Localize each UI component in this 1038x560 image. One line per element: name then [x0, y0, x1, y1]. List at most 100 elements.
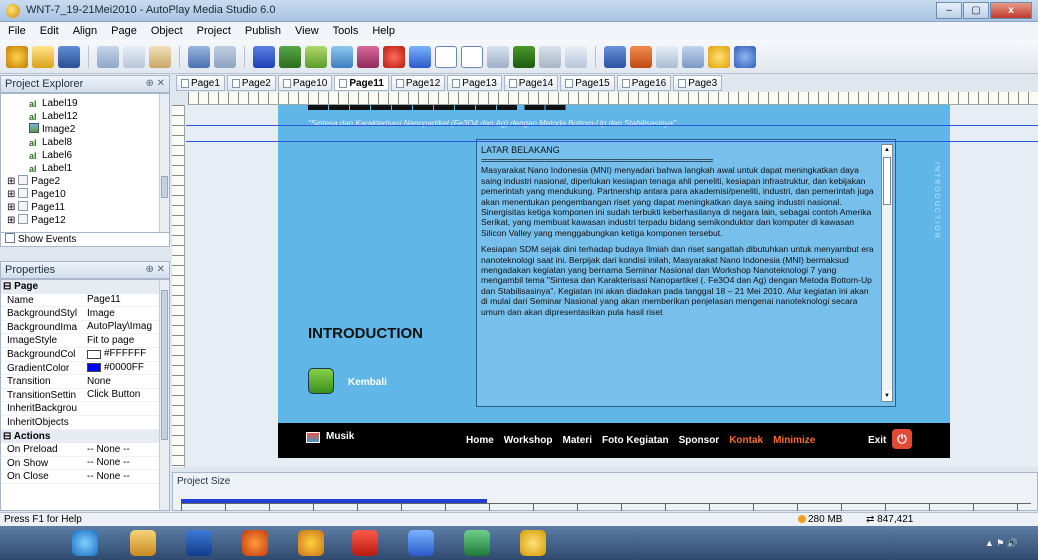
page-subtitle[interactable]: "Sintesa dan Karakterisasi Nanopartikel … [308, 119, 676, 128]
prop-row[interactable]: ImageStyle Fit to page [1, 334, 169, 348]
prop-row[interactable]: Name Page11 [1, 294, 169, 308]
musik-button[interactable]: Musik [326, 431, 354, 442]
menu-view[interactable]: View [295, 25, 319, 37]
undo-icon[interactable] [188, 45, 210, 68]
word-taskbar-icon[interactable] [408, 530, 434, 556]
tree-item-image2[interactable]: Image2 [1, 123, 169, 136]
vertical-ruler[interactable] [172, 105, 185, 467]
props-group-page[interactable]: ⊟ Page [1, 280, 169, 294]
button-object-icon[interactable] [253, 45, 275, 68]
menu-publish[interactable]: Publish [245, 25, 281, 37]
tab-page12[interactable]: Page12 [390, 75, 446, 91]
tab-page15[interactable]: Page15 [560, 75, 615, 91]
minimize-button[interactable]: – [936, 2, 962, 19]
image-object-icon[interactable] [331, 45, 353, 68]
menu-page[interactable]: Page [111, 25, 137, 37]
tree-item-label6[interactable]: al Label6 [1, 149, 169, 162]
preview-icon[interactable] [604, 45, 626, 68]
menu-object[interactable]: Object [151, 25, 183, 37]
web-object-icon[interactable] [409, 45, 431, 68]
prop-row[interactable]: On Preload -- None -- [1, 443, 169, 457]
ie-taskbar-icon[interactable] [72, 530, 98, 556]
prop-row[interactable]: BackgroundStyl Image [1, 307, 169, 321]
paragraph-object-icon[interactable] [305, 45, 327, 68]
paragraph-scrollbar[interactable]: ▲ ▼ [881, 144, 893, 402]
maximize-button[interactable]: ▢ [963, 2, 989, 19]
explorer-scrollbar[interactable] [159, 94, 169, 232]
tab-page2[interactable]: Page2 [226, 75, 276, 91]
excel-taskbar-icon[interactable] [464, 530, 490, 556]
media-taskbar-icon[interactable] [186, 530, 212, 556]
guide-line[interactable] [186, 141, 1038, 142]
flash-object-icon[interactable] [357, 45, 379, 68]
label-object-icon[interactable] [279, 45, 301, 68]
tab-page13[interactable]: Page13 [447, 75, 502, 91]
tab-page11[interactable]: Page11 [334, 75, 389, 91]
tree-item-page12[interactable]: ⊞ Page12 [1, 214, 169, 227]
acrobat-taskbar-icon[interactable] [352, 530, 378, 556]
page-properties-icon[interactable] [656, 45, 678, 68]
tab-page14[interactable]: Page14 [503, 75, 559, 91]
paste-icon[interactable] [149, 45, 171, 68]
prop-row[interactable]: Transition None [1, 375, 169, 389]
menu-project[interactable]: Project [197, 25, 231, 37]
tab-page10[interactable]: Page10 [277, 75, 333, 91]
menu-align[interactable]: Align [73, 25, 97, 37]
menu-file[interactable]: File [8, 25, 26, 37]
scroll-up-icon[interactable]: ▲ [882, 145, 892, 155]
prop-row[interactable]: BackgroundIma AutoPlay\Imag [1, 321, 169, 335]
cut-icon[interactable] [97, 45, 119, 68]
introduction-label[interactable]: INTRODUCTION [308, 325, 423, 342]
show-events-checkbox[interactable] [5, 233, 15, 243]
light-bulb-icon[interactable] [708, 45, 730, 68]
menu-help[interactable]: Help [372, 25, 395, 37]
tree-object-icon[interactable] [539, 45, 561, 68]
prop-row[interactable]: On Close -- None -- [1, 470, 169, 484]
open-folder-icon[interactable] [32, 45, 54, 68]
panel-pin-close-icon[interactable]: ⊕ ✕ [145, 264, 165, 275]
app-taskbar-icon[interactable] [298, 530, 324, 556]
scroll-down-icon[interactable]: ▼ [882, 391, 892, 401]
properties-scrollbar[interactable] [159, 280, 169, 510]
save-icon[interactable] [58, 45, 80, 68]
nav-sponsor[interactable]: Sponsor [679, 435, 720, 446]
prop-row[interactable]: TransitionSettin Click Button [1, 389, 169, 403]
scroll-thumb[interactable] [883, 157, 891, 205]
app-page-preview[interactable]: ▬▬▬▬▬▬▬▬▬▬ ▬▬ "Sintesa dan Karakterisasi… [278, 105, 950, 458]
prop-row[interactable]: InheritObjects [1, 416, 169, 430]
tree-item-page10[interactable]: ⊞ Page10 [1, 188, 169, 201]
panel-pin-close-icon[interactable]: ⊕ ✕ [145, 78, 165, 89]
nav-home[interactable]: Home [466, 435, 494, 446]
tree-item-label1[interactable]: al Label1 [1, 162, 169, 175]
nav-materi[interactable]: Materi [563, 435, 592, 446]
firefox-taskbar-icon[interactable] [242, 530, 268, 556]
horizontal-ruler[interactable] [188, 92, 1038, 105]
tree-item-label19[interactable]: al Label19 [1, 97, 169, 110]
back-arrow-icon[interactable] [308, 368, 334, 394]
tab-page1[interactable]: Page1 [176, 75, 225, 91]
nav-minimize[interactable]: Minimize [773, 435, 815, 446]
system-tray[interactable]: ▲ ⚑ 🔊 [985, 538, 1018, 549]
redo-icon[interactable] [214, 45, 236, 68]
nav-workshop[interactable]: Workshop [504, 435, 553, 446]
prop-row[interactable]: GradientColor #0000FF [1, 362, 169, 376]
prop-row[interactable]: On Show -- None -- [1, 457, 169, 471]
explorer-taskbar-icon[interactable] [130, 530, 156, 556]
zoom-icon[interactable] [565, 45, 587, 68]
prop-row[interactable]: BackgroundCol #FFFFFF [1, 348, 169, 362]
copy-icon[interactable] [123, 45, 145, 68]
music-icon[interactable] [306, 432, 320, 443]
tree-item-page11[interactable]: ⊞ Page11 [1, 201, 169, 214]
tab-page16[interactable]: Page16 [616, 75, 672, 91]
tree-item-page2[interactable]: ⊞ Page2 [1, 175, 169, 188]
video-object-icon[interactable] [383, 45, 405, 68]
listbox-object-icon[interactable] [461, 45, 483, 68]
tree-item-label12[interactable]: al Label12 [1, 110, 169, 123]
input-object-icon[interactable] [435, 45, 457, 68]
build-icon[interactable] [630, 45, 652, 68]
exit-label[interactable]: Exit [868, 435, 886, 446]
help-icon[interactable] [734, 45, 756, 68]
menu-tools[interactable]: Tools [333, 25, 359, 37]
tree-item-label8[interactable]: al Label8 [1, 136, 169, 149]
power-icon[interactable]: ⏻ [892, 429, 912, 449]
